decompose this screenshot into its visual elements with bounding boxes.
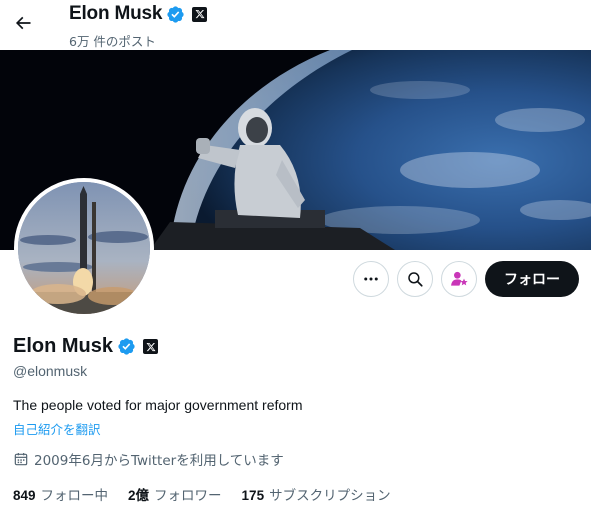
subscriptions-count: 175 bbox=[241, 488, 265, 503]
profile-stats: 849 フォロー中 2億 フォロワー 175 サブスクリプション bbox=[13, 484, 411, 504]
arrow-left-icon bbox=[15, 16, 31, 30]
follow-button[interactable]: フォロー bbox=[485, 261, 579, 297]
back-button[interactable] bbox=[6, 6, 40, 40]
x-logo-icon bbox=[192, 6, 208, 22]
profile-handle: @elonmusk bbox=[13, 363, 88, 379]
profile-name-row: Elon Musk bbox=[13, 335, 159, 358]
following-count: 849 bbox=[13, 488, 36, 503]
translate-bio-link[interactable]: 自己紹介を翻訳 bbox=[13, 419, 101, 438]
avatar[interactable] bbox=[14, 178, 154, 318]
search-button[interactable] bbox=[397, 261, 433, 297]
following-stat[interactable]: 849 フォロー中 bbox=[13, 484, 108, 504]
subscribe-button[interactable] bbox=[441, 261, 477, 297]
followers-label: フォロワー bbox=[154, 488, 222, 504]
profile-bio: The people voted for major government re… bbox=[13, 397, 303, 413]
profile-name: Elon Musk bbox=[13, 335, 114, 357]
followers-count: 2億 bbox=[128, 488, 150, 503]
joined-text: 2009年6月からTwitterを利用しています bbox=[34, 453, 284, 469]
header-title-row: Elon Musk bbox=[69, 3, 208, 25]
more-button[interactable] bbox=[353, 261, 389, 297]
more-dots-icon bbox=[364, 277, 378, 281]
joined-date: 2009年6月からTwitterを利用しています bbox=[13, 449, 284, 469]
profile-page: Elon Musk 6万 件のポスト フォロー Elon Musk @elonm… bbox=[0, 0, 591, 511]
avatar-image bbox=[18, 182, 150, 314]
verified-badge-icon[interactable] bbox=[117, 337, 136, 356]
verified-badge-icon bbox=[167, 5, 184, 23]
header-name: Elon Musk bbox=[69, 3, 163, 24]
followers-stat[interactable]: 2億 フォロワー bbox=[128, 484, 222, 504]
subscriptions-stat[interactable]: 175 サブスクリプション bbox=[242, 484, 391, 504]
search-icon bbox=[408, 272, 423, 287]
subscriptions-label: サブスクリプション bbox=[269, 488, 391, 504]
following-label: フォロー中 bbox=[40, 488, 109, 504]
post-count: 6万 件のポスト bbox=[69, 34, 156, 49]
calendar-icon bbox=[14, 453, 28, 466]
top-bar: Elon Musk 6万 件のポスト bbox=[0, 0, 591, 52]
x-logo-icon[interactable] bbox=[143, 339, 159, 354]
subscribe-person-star-icon bbox=[451, 271, 468, 286]
